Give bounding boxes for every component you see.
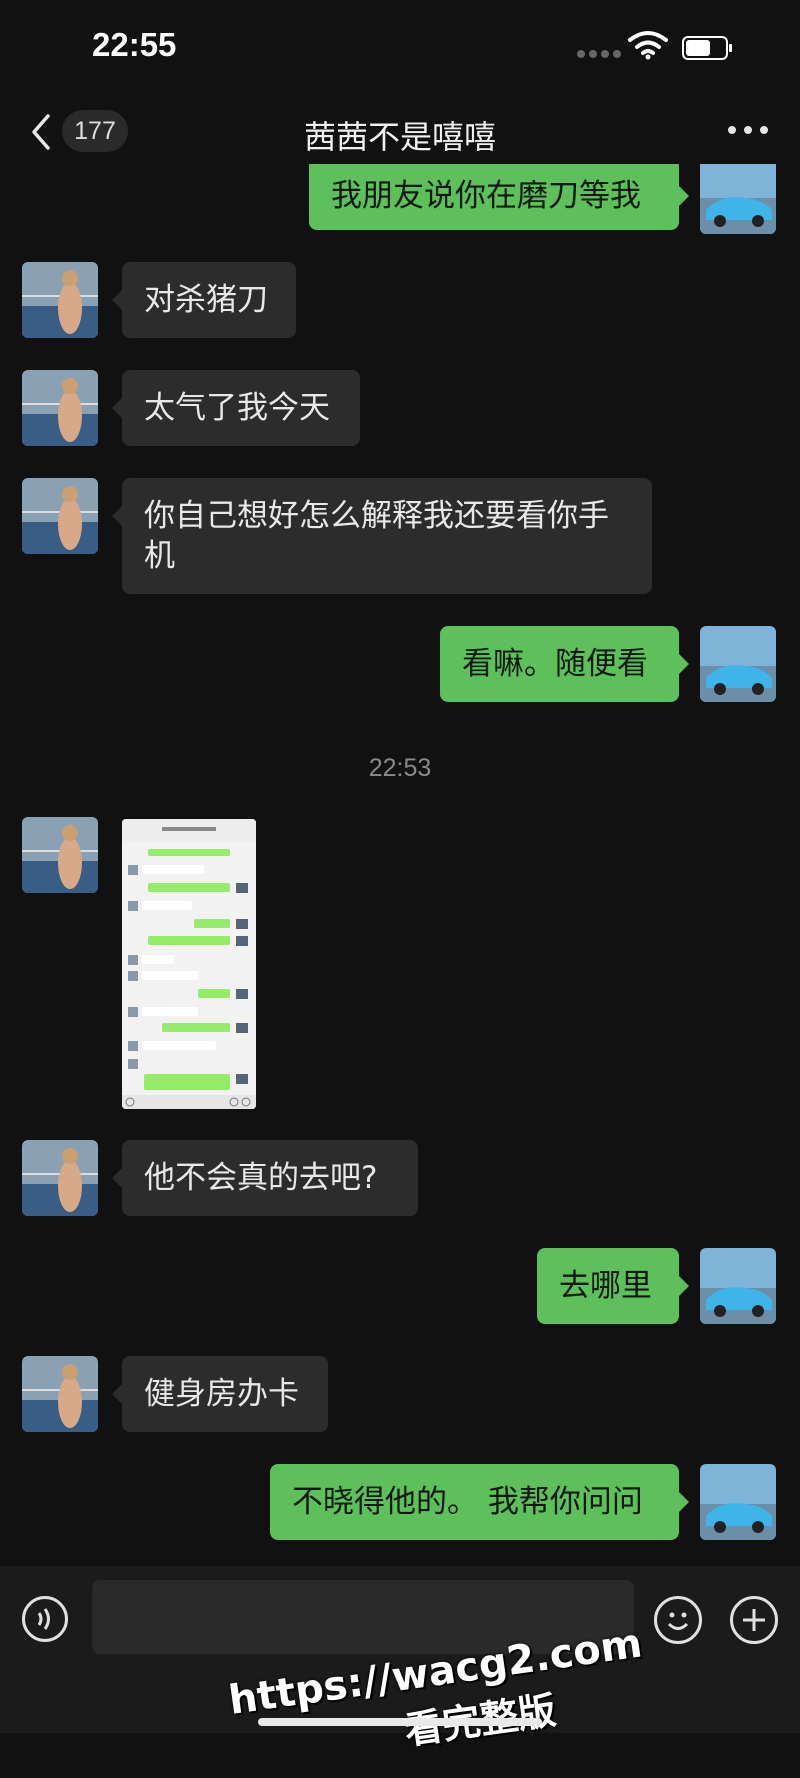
plus-icon[interactable] [730, 1596, 778, 1644]
my-avatar[interactable] [700, 1248, 776, 1324]
my-avatar[interactable] [700, 1464, 776, 1540]
input-bar: https://wacg2.com 看完整版 [0, 1566, 800, 1753]
contact-avatar[interactable] [22, 1356, 98, 1432]
chat-header: 177 茜茜不是嘻嘻 [0, 100, 800, 164]
contact-avatar[interactable] [22, 262, 98, 338]
contact-avatar[interactable] [22, 370, 98, 446]
message-bubble-outgoing[interactable]: 不晓得他的。 我帮你问问 [270, 1464, 689, 1540]
more-dots-icon[interactable] [728, 126, 768, 138]
message-bubble-incoming[interactable]: 他不会真的去吧? [112, 1140, 418, 1216]
message-bubble-incoming[interactable]: 太气了我今天 [112, 370, 360, 446]
image-message-screenshot[interactable] [122, 819, 256, 1109]
chat-title: 茜茜不是嘻嘻 [303, 118, 496, 156]
my-avatar[interactable] [700, 626, 776, 702]
my-avatar[interactable] [700, 164, 776, 234]
message-bubble-incoming[interactable]: 你自己想好怎么解释我还要看你手机 [112, 478, 652, 594]
message-bubble-outgoing[interactable]: 我朋友说你在磨刀等我 [309, 164, 689, 230]
message-bubble-outgoing[interactable]: 看嘛。随便看 [440, 626, 689, 702]
contact-avatar[interactable] [22, 1140, 98, 1216]
contact-avatar[interactable] [22, 478, 98, 554]
back-chevron-icon[interactable] [26, 112, 56, 152]
status-time: 22:55 [92, 26, 177, 63]
battery-icon [682, 36, 732, 60]
signal-icon [577, 50, 621, 58]
home-indicator[interactable] [258, 1718, 542, 1726]
timestamp: 22:53 [368, 754, 432, 782]
contact-avatar[interactable] [22, 817, 98, 893]
voice-icon[interactable] [22, 1596, 68, 1642]
message-list[interactable]: 我朋友说你在磨刀等我 对杀猪刀 太气了我今天 你自己想好怎么解释我还要看你手机 … [0, 164, 800, 1564]
wifi-icon [628, 31, 668, 60]
message-bubble-outgoing[interactable]: 去哪里 [537, 1248, 689, 1324]
message-bubble-incoming[interactable]: 健身房办卡 [112, 1356, 328, 1432]
status-bar: 22:55 [0, 0, 800, 95]
message-bubble-incoming[interactable]: 对杀猪刀 [112, 262, 296, 338]
unread-count-badge[interactable]: 177 [62, 110, 128, 152]
